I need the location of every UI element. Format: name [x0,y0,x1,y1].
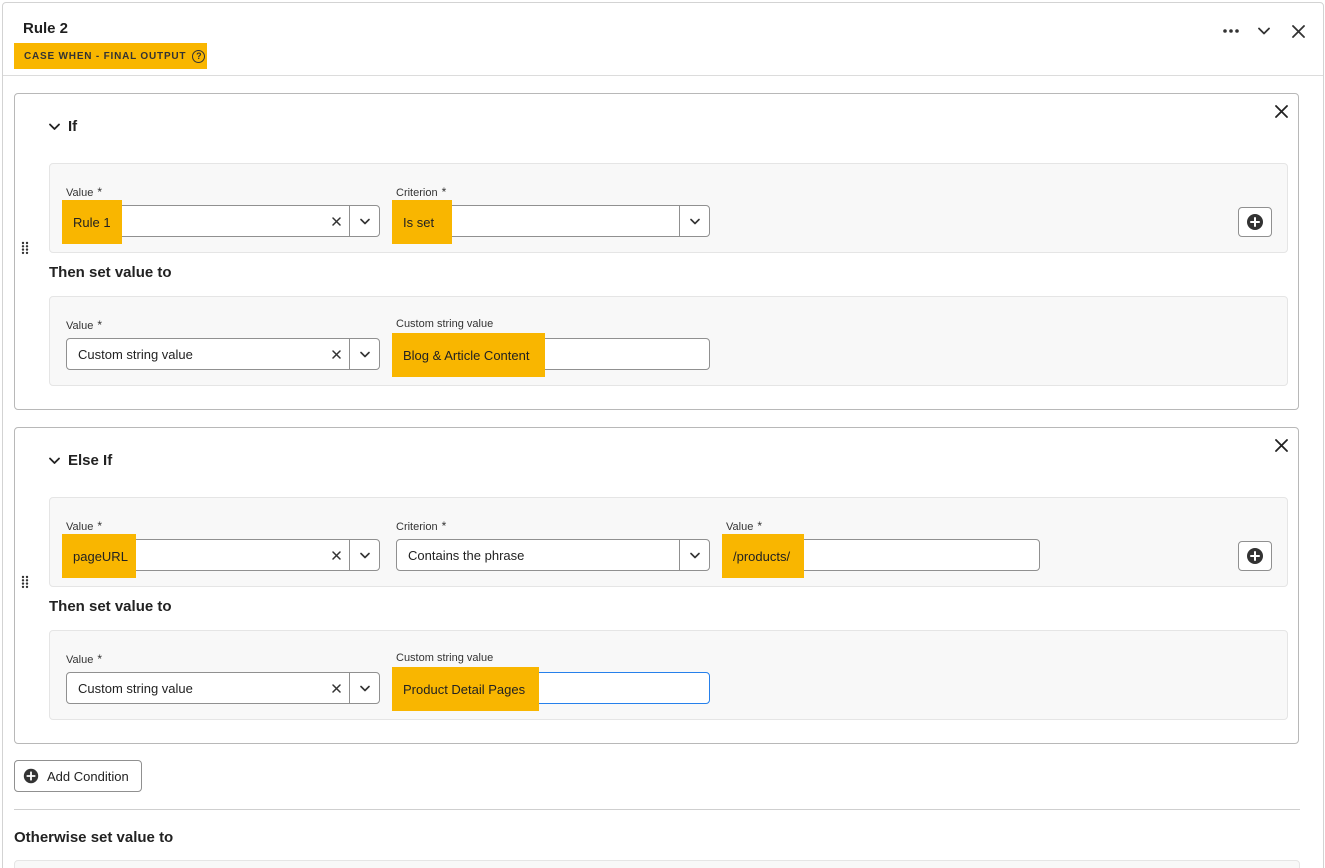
output-value-combobox[interactable]: Custom string value [66,338,380,370]
clear-icon[interactable] [329,548,343,562]
rule-header: Rule 2 CASE WHEN - FINAL OUTPUT ? [3,3,1323,76]
value-text: Rule 1 [62,200,122,244]
if-condition-row: Value * Rule 1 Criterion * Is set [49,163,1288,253]
rule-title: Rule 2 [23,20,69,37]
chevron-down-icon[interactable] [1254,21,1274,41]
value-label: Value * [66,652,102,666]
add-criterion-button[interactable] [1238,541,1272,571]
clear-icon[interactable] [329,681,343,695]
rule-type-label: CASE WHEN - FINAL OUTPUT [24,50,187,62]
value-label: Value * [66,318,102,332]
help-icon[interactable]: ? [192,49,206,63]
add-criterion-button[interactable] [1238,207,1272,237]
chevron-down-icon[interactable] [679,540,709,570]
criterion-combobox[interactable]: Is set [392,200,710,244]
chevron-down-icon[interactable] [349,206,379,236]
divider [14,809,1300,810]
chevron-down-icon[interactable] [349,673,379,703]
criterion-combobox[interactable]: Contains the phrase [396,539,710,571]
output-value-text: Custom string value [78,680,193,696]
rule-type-badge: CASE WHEN - FINAL OUTPUT ? [14,43,207,69]
value-label: Value * [66,185,102,199]
custom-string-label: Custom string value [396,318,494,330]
chevron-down-icon[interactable] [679,206,709,236]
else-if-condition-block: Else If Value * pageURL Criterion * Cont… [14,427,1299,744]
value-label: Value * [66,519,102,533]
custom-string-input[interactable]: Product Detail Pages [392,667,710,711]
if-toggle[interactable]: If [49,118,77,135]
value-combobox[interactable]: pageURL [62,534,380,578]
rule-panel: Rule 2 CASE WHEN - FINAL OUTPUT ? If Val… [2,2,1324,868]
criterion-text: Is set [392,200,452,244]
custom-string-text: Blog & Article Content [392,333,545,377]
match-value-text: /products/ [722,534,804,578]
otherwise-label: Otherwise set value to [14,829,174,846]
if-label: If [68,118,78,135]
chevron-down-icon[interactable] [349,339,379,369]
close-icon[interactable] [1272,102,1290,120]
else-if-toggle[interactable]: Else If [49,452,112,469]
add-circle-icon [1247,214,1263,230]
drag-handle-icon[interactable] [21,575,31,591]
custom-string-input[interactable]: Blog & Article Content [392,333,710,377]
then-label: Then set value to [49,264,172,281]
drag-handle-icon[interactable] [21,241,31,257]
custom-string-text: Product Detail Pages [392,667,539,711]
if-output-row: Value * Custom string value Custom string… [49,296,1288,386]
custom-string-label: Custom string value [396,652,494,664]
chevron-down-icon [49,118,60,135]
add-circle-icon [23,768,39,784]
add-condition-label: Add Condition [47,768,129,784]
criterion-label: Criterion * [396,185,447,199]
otherwise-row [14,860,1300,868]
else-if-label: Else If [68,452,113,469]
close-icon[interactable] [1272,436,1290,454]
if-condition-block: If Value * Rule 1 Criterion * Is set The… [14,93,1299,410]
match-value-input[interactable]: /products/ [722,534,1040,578]
else-if-condition-row: Value * pageURL Criterion * Contains the p… [49,497,1288,587]
more-icon[interactable] [1221,21,1241,41]
value-combobox[interactable]: Rule 1 [62,200,380,244]
output-value-text: Custom string value [78,346,193,362]
then-label: Then set value to [49,598,172,615]
close-icon[interactable] [1288,21,1308,41]
match-value-label: Value * [726,519,762,533]
add-condition-button[interactable]: Add Condition [14,760,142,792]
value-text: pageURL [62,534,136,578]
else-if-output-row: Value * Custom string value Custom string… [49,630,1288,720]
chevron-down-icon[interactable] [349,540,379,570]
criterion-label: Criterion * [396,519,447,533]
criterion-text: Contains the phrase [408,547,525,563]
clear-icon[interactable] [329,214,343,228]
output-value-combobox[interactable]: Custom string value [66,672,380,704]
chevron-down-icon [49,452,60,469]
add-circle-icon [1247,548,1263,564]
clear-icon[interactable] [329,347,343,361]
